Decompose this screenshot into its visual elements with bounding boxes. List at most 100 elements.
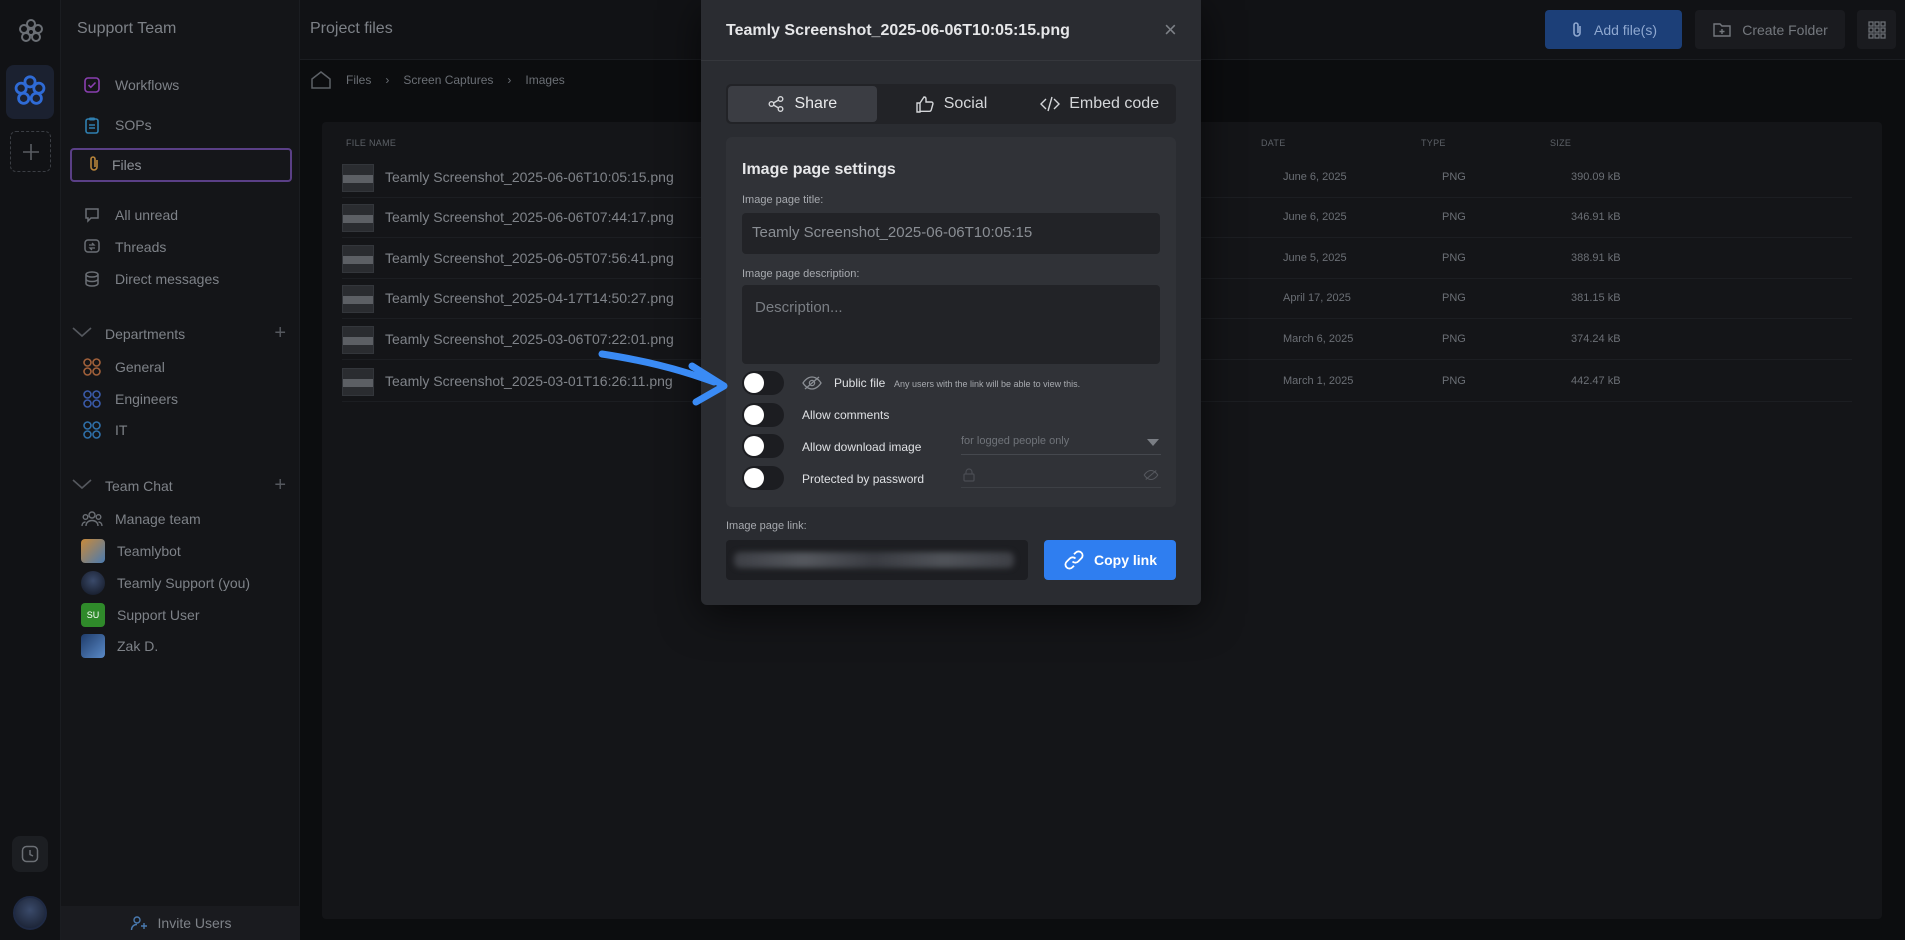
sidebar-item-zak-d[interactable]: Zak D. [81,632,158,660]
create-folder-button[interactable]: Create Folder [1695,10,1845,49]
allow-download-toggle[interactable] [742,434,784,458]
sidebar-item-label: General [115,359,165,375]
sidebar-item-workflows[interactable]: Workflows [81,71,179,99]
invite-users-label: Invite Users [157,915,232,931]
sidebar-item-teamlybot[interactable]: Teamlybot [81,537,181,565]
file-size: 388.91 kB [1571,252,1621,264]
column-header-type[interactable]: TYPE [1421,138,1446,148]
chevron-down-icon [71,325,93,342]
eye-off-icon [802,376,822,390]
chat-bubble-icon [81,204,103,226]
plus-icon [22,143,39,160]
teamly-logo-icon[interactable] [16,17,46,52]
modal-title: Teamly Screenshot_2025-06-06T10:05:15.pn… [726,22,1070,39]
sidebar-item-label: Files [112,157,142,173]
download-permission-value: for logged people only [961,435,1070,447]
department-icon [81,388,103,410]
column-header-date[interactable]: DATE [1261,138,1286,148]
sidebar-item-all-unread[interactable]: All unread [81,201,178,229]
page-title: Project files [310,20,393,37]
tab-label: Embed code [1069,95,1160,112]
apps-grid-button[interactable] [1857,10,1896,49]
workflow-check-icon [81,74,103,96]
sidebar-item-it[interactable]: IT [81,416,127,444]
breadcrumb-item[interactable]: Files [346,73,371,87]
tab-social[interactable]: Social [877,86,1026,122]
file-name: Teamly Screenshot_2025-06-05T07:56:41.pn… [385,250,674,266]
description-field-label: Image page description: [742,268,860,280]
create-folder-label: Create Folder [1742,21,1828,38]
settings-heading: Image page settings [742,161,896,178]
chevron-right-icon: › [385,73,390,87]
department-icon [81,356,103,378]
download-permission-select[interactable]: for logged people only [961,431,1161,455]
image-page-link-field[interactable] [726,540,1028,580]
departments-header[interactable]: Departments + [71,322,286,345]
password-toggle[interactable] [742,466,784,490]
sidebar: Support Team Workflows SOPs Files All un… [61,0,300,940]
share-tabs: Share Social Embed code [726,84,1176,124]
tab-share[interactable]: Share [728,86,877,122]
sidebar-item-support-user[interactable]: SU Support User [81,601,199,629]
threads-icon [81,236,103,258]
image-page-title-input[interactable]: Teamly Screenshot_2025-06-06T10:05:15 [742,213,1160,254]
file-type: PNG [1442,333,1466,345]
file-type: PNG [1442,171,1466,183]
clock-icon [21,845,39,863]
breadcrumb-item[interactable]: Screen Captures [403,73,493,87]
chevron-right-icon: › [507,73,512,87]
thumbs-up-icon [916,96,934,113]
eye-off-icon[interactable] [1143,469,1159,481]
add-workspace-button[interactable] [10,131,51,172]
allow-download-label: Allow download image [802,440,922,454]
column-header-size[interactable]: SIZE [1550,138,1571,148]
sidebar-item-general[interactable]: General [81,353,165,381]
file-size: 442.47 kB [1571,375,1621,387]
invite-users-button[interactable]: Invite Users [61,906,300,940]
public-file-note: Any users with the link will be able to … [894,379,1081,389]
link-icon [1064,550,1084,570]
file-date: April 17, 2025 [1283,292,1351,304]
file-date: June 6, 2025 [1283,171,1347,183]
sidebar-item-engineers[interactable]: Engineers [81,385,178,413]
add-user-icon [130,916,147,931]
grid-icon [1867,20,1886,39]
add-department-icon[interactable]: + [274,322,286,345]
team-icon [81,508,103,530]
sidebar-item-files[interactable]: Files [70,148,292,182]
breadcrumb-item[interactable]: Images [525,73,564,87]
public-file-toggle[interactable] [742,371,784,395]
sidebar-item-sops[interactable]: SOPs [81,111,152,139]
sidebar-item-label: Manage team [115,511,201,527]
close-icon[interactable]: × [1164,19,1177,41]
sidebar-item-label: Threads [115,239,167,255]
current-user-avatar[interactable] [13,896,47,930]
add-files-button[interactable]: Add file(s) [1545,10,1682,49]
password-input[interactable] [961,464,1161,488]
sidebar-item-teamly-support[interactable]: Teamly Support (you) [81,569,250,597]
support-user-avatar: SU [81,603,105,627]
image-page-description-input[interactable]: Description... [742,285,1160,364]
sidebar-item-threads[interactable]: Threads [81,233,166,261]
sidebar-item-label: Teamlybot [117,543,181,559]
file-name: Teamly Screenshot_2025-06-06T07:44:17.pn… [385,209,674,225]
sidebar-item-manage-team[interactable]: Manage team [81,505,201,533]
workspace-support-team-icon[interactable] [6,65,54,119]
file-type: PNG [1442,292,1466,304]
sidebar-item-direct-messages[interactable]: Direct messages [81,265,219,293]
sidebar-item-label: IT [115,422,128,438]
column-header-name[interactable]: FILE NAME [346,138,396,148]
allow-comments-label: Allow comments [802,408,890,422]
allow-comments-toggle[interactable] [742,403,784,427]
file-date: June 6, 2025 [1283,211,1347,223]
file-thumbnail [342,285,374,313]
team-chat-header[interactable]: Team Chat + [71,474,286,497]
history-clock-button[interactable] [12,836,48,872]
copy-link-button[interactable]: Copy link [1044,540,1176,580]
home-icon[interactable] [310,70,332,90]
tab-embed-code[interactable]: Embed code [1025,86,1174,122]
blurred-link [734,552,1014,568]
zak-d-avatar [81,634,105,658]
file-size: 346.91 kB [1571,211,1621,223]
add-chat-icon[interactable]: + [274,474,286,497]
